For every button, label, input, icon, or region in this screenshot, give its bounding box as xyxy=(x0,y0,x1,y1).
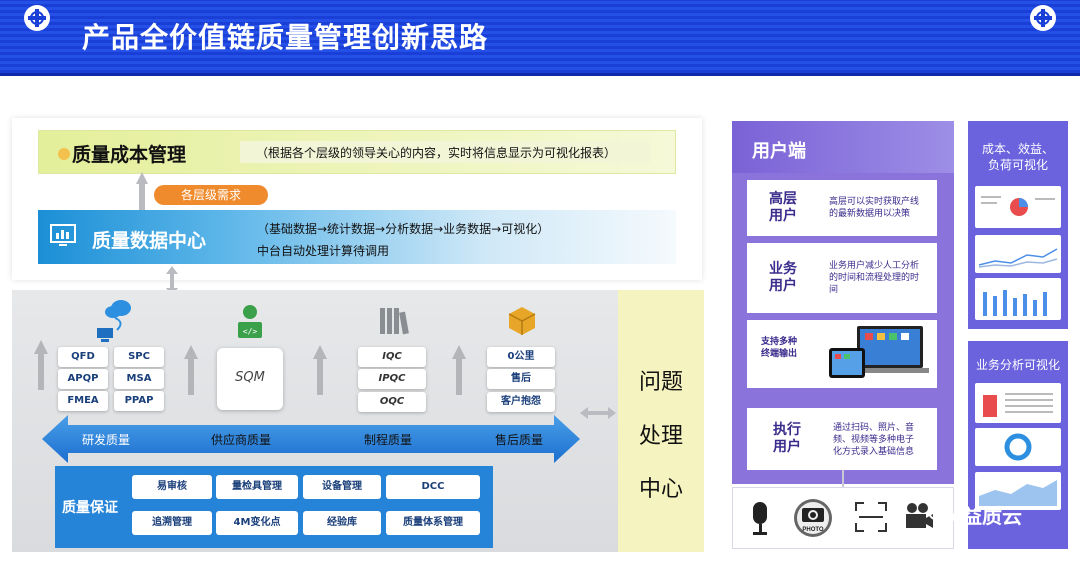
sqm-label: SQM xyxy=(235,370,265,385)
user-card-business[interactable]: 业务 用户 业务用户减少人工分析 的时间和流程处理的时间 xyxy=(747,243,937,313)
user-card-operator[interactable]: 执行 用户 通过扫码、照片、音 频、视频等多种电子 化方式录入基础信息 xyxy=(747,408,937,470)
double-arrow-horizontal-icon xyxy=(580,407,616,419)
up-arrow-icon xyxy=(313,345,327,395)
dashboard-thumbnail-donut xyxy=(975,428,1061,466)
operator-desc-line2: 频、视频等多种电子 xyxy=(833,435,915,445)
executive-desc-line1: 高层可以实时获取产线 xyxy=(829,197,920,207)
data-center-flow: （基础数据→统计数据→分析数据→业务数据→可视化） xyxy=(257,222,550,236)
devices-icon xyxy=(829,326,929,378)
module-ipqc[interactable]: IPQC xyxy=(358,369,426,389)
user-card-terminals[interactable]: 支持多种 终端输出 xyxy=(747,320,937,388)
up-arrow-icon xyxy=(136,172,148,212)
business-viz-title: 业务分析可视化 xyxy=(975,358,1060,372)
terminals-line1: 支持多种 xyxy=(761,337,798,347)
module-qfd[interactable]: QFD xyxy=(58,347,108,367)
qa-item-traceability[interactable]: 追溯管理 xyxy=(132,511,212,535)
svg-text:</>: </> xyxy=(243,327,258,336)
dashboard-thumbnail-line xyxy=(975,235,1061,273)
data-center-note: 中台自动处理计算待调用 xyxy=(257,244,390,258)
user-end-title: 用户端 xyxy=(752,141,806,162)
qa-item-4m[interactable]: 4M变化点 xyxy=(216,511,298,535)
request-badge: 各层级需求 xyxy=(154,185,268,205)
stage-process: 制程质量 xyxy=(364,433,413,447)
problem-handling-center[interactable]: 问题 处理 中心 xyxy=(618,290,704,552)
stage-supplier: 供应商质量 xyxy=(211,433,272,447)
business-desc-line1: 业务用户减少人工分析 xyxy=(829,261,920,271)
binders-icon xyxy=(380,308,409,335)
executive-name-line1: 高层 xyxy=(769,191,797,207)
operator-name-line2: 用户 xyxy=(773,439,801,455)
problem-center-line3: 中心 xyxy=(638,477,683,502)
module-iqc[interactable]: IQC xyxy=(358,347,426,367)
page-title: 产品全价值链质量管理创新思路 xyxy=(82,21,489,54)
dashboard-thumbnail-bars xyxy=(975,278,1061,320)
logo-cross-icon-right xyxy=(1030,5,1056,31)
microphone-icon[interactable] xyxy=(750,502,770,536)
business-desc-line3: 间 xyxy=(829,285,839,295)
business-name-line2: 用户 xyxy=(769,278,797,294)
table-thumbnail xyxy=(983,393,1053,417)
operator-name-line1: 执行 xyxy=(773,422,801,438)
module-fmea[interactable]: FMEA xyxy=(58,391,108,411)
executive-desc-line2: 的最新数据用以决策 xyxy=(829,209,911,219)
brand-watermark: 益质云 xyxy=(962,504,1022,528)
donut-thumbnail xyxy=(1004,433,1032,461)
scan-icon[interactable] xyxy=(855,502,887,532)
cost-description: （根据各个层级的领导关心的内容，实时将信息显示为可视化报表） xyxy=(256,146,617,160)
module-apqp[interactable]: APQP xyxy=(58,369,108,389)
module-after-sales[interactable]: 售后 xyxy=(487,369,555,389)
monitor-chart-icon xyxy=(50,224,76,246)
pie-thumbnail xyxy=(981,196,1055,216)
cost-viz-title-line2: 负荷可视化 xyxy=(987,158,1048,172)
up-arrow-icon xyxy=(452,345,466,395)
dashboard-thumbnail-pie xyxy=(975,186,1061,228)
quality-assurance-title: 质量保证 xyxy=(62,500,118,516)
operator-desc-line3: 化方式录入基础信息 xyxy=(833,447,915,457)
executive-name-line2: 用户 xyxy=(769,208,797,224)
business-desc-line2: 的时间和流程处理的时 xyxy=(829,273,920,283)
problem-center-line1: 问题 xyxy=(638,370,683,395)
up-arrow-icon xyxy=(184,345,198,395)
up-arrow-icon xyxy=(34,340,48,390)
module-customer-complaint[interactable]: 客户抱怨 xyxy=(487,392,555,412)
camera-icon[interactable]: PHOTO xyxy=(792,498,834,538)
operator-desc-line1: 通过扫码、照片、音 xyxy=(833,423,915,433)
data-center-title: 质量数据中心 xyxy=(92,230,207,252)
module-zero-km[interactable]: 0公里 xyxy=(487,347,555,367)
qa-item-equipment[interactable]: 设备管理 xyxy=(303,475,381,499)
qa-item-audit[interactable]: 易审核 xyxy=(132,475,212,499)
dashboard-thumbnail-table xyxy=(975,383,1061,423)
logo-cross-icon xyxy=(24,5,50,31)
qa-item-gauge[interactable]: 量检具管理 xyxy=(216,475,298,499)
package-box-icon xyxy=(508,307,536,335)
module-msa[interactable]: MSA xyxy=(114,369,164,389)
coin-icon xyxy=(58,148,70,160)
wechat-icon xyxy=(928,503,955,524)
cloud-computer-icon xyxy=(97,300,131,342)
bars-thumbnail xyxy=(983,290,1047,316)
business-name-line1: 业务 xyxy=(769,261,797,277)
cost-viz-title-line1: 成本、效益、 xyxy=(981,142,1054,156)
terminals-line2: 终端输出 xyxy=(761,349,798,359)
qa-item-dcc[interactable]: DCC xyxy=(386,475,480,499)
module-spc[interactable]: SPC xyxy=(114,347,164,367)
stage-after-sales: 售后质量 xyxy=(495,433,544,447)
problem-center-line2: 处理 xyxy=(638,424,683,449)
cost-management-title: 质量成本管理 xyxy=(72,144,187,166)
module-oqc[interactable]: OQC xyxy=(358,392,426,412)
user-card-executive[interactable]: 高层 用户 高层可以实时获取产线 的最新数据用以决策 xyxy=(747,180,937,236)
qa-item-quality-system[interactable]: 质量体系管理 xyxy=(386,511,480,535)
developer-icon: </> xyxy=(238,305,262,338)
stage-rd: 研发质量 xyxy=(82,433,131,447)
qa-item-experience[interactable]: 经验库 xyxy=(303,511,381,535)
photo-label: PHOTO xyxy=(802,527,824,533)
line-thumbnail xyxy=(978,248,1058,268)
module-ppap[interactable]: PPAP xyxy=(114,391,164,411)
